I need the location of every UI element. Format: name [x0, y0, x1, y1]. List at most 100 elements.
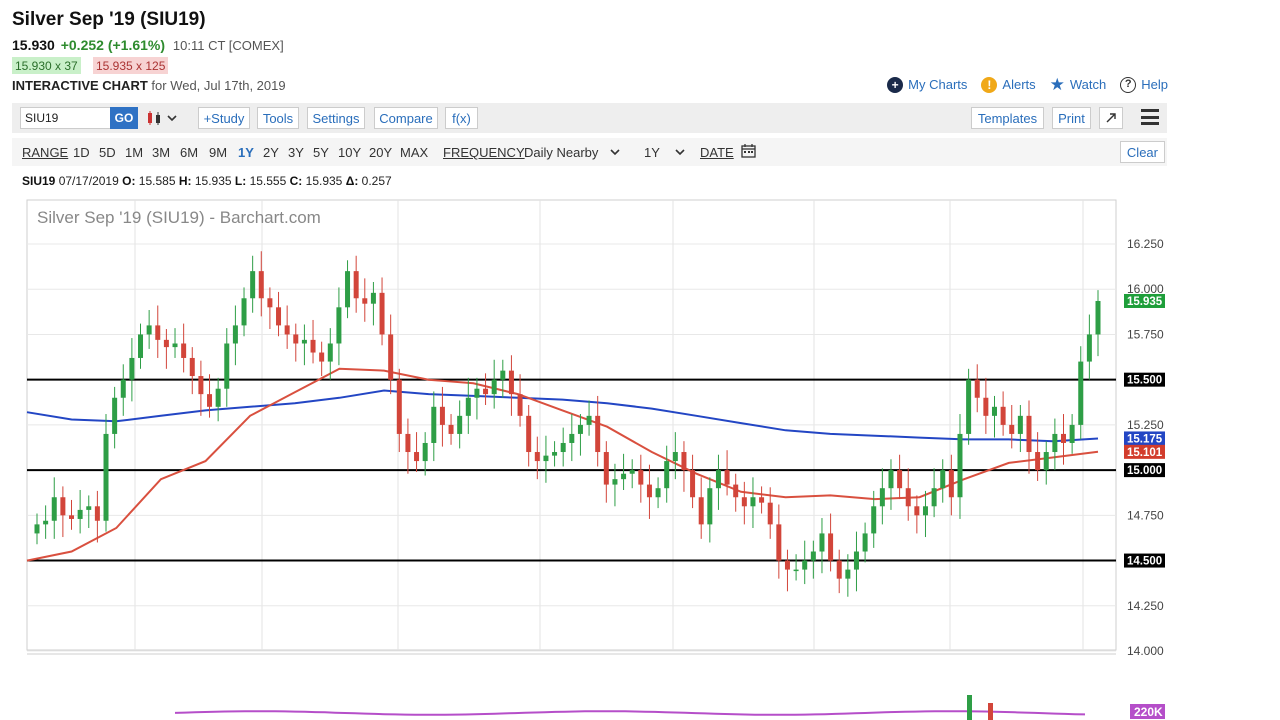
- ohlc-delta-label: Δ:: [345, 174, 359, 188]
- ask-badge: 15.935 x 125: [93, 57, 169, 74]
- range-bar: RANGE 1D 5D 1M 3M 6M 9M 1Y 2Y 3Y 5Y 10Y …: [12, 138, 1167, 166]
- candle-up: [215, 388, 221, 407]
- volume-pane: 220K: [27, 653, 1165, 720]
- candle-up: [853, 551, 859, 570]
- candle-down: [1035, 452, 1041, 471]
- settings-button[interactable]: Settings: [307, 107, 365, 129]
- candle-up: [1078, 361, 1084, 425]
- price-chart[interactable]: Silver Sep '19 (SIU19) - Barchart.com 16…: [0, 190, 1280, 720]
- candle-down: [1026, 415, 1032, 453]
- alerts-link[interactable]: ! Alerts: [981, 76, 1036, 93]
- range-1m[interactable]: 1M: [125, 145, 143, 160]
- range-9m[interactable]: 9M: [209, 145, 227, 160]
- candle-down: [690, 470, 696, 498]
- candle-down: [638, 470, 644, 485]
- y-tick-label: 14.750: [1127, 508, 1164, 522]
- range-2y[interactable]: 2Y: [263, 145, 279, 160]
- y-tick-label: 15.750: [1127, 327, 1164, 341]
- candle-down: [405, 433, 411, 453]
- range-label[interactable]: RANGE: [22, 145, 68, 160]
- candle-up: [250, 271, 256, 299]
- candle-up: [336, 307, 342, 344]
- candle-up: [672, 452, 678, 462]
- frequency-label[interactable]: FREQUENCY: [443, 145, 525, 160]
- range-max[interactable]: MAX: [400, 145, 428, 160]
- go-button[interactable]: GO: [110, 107, 138, 129]
- range-20y[interactable]: 20Y: [369, 145, 392, 160]
- ohlc-symbol: SIU19: [22, 174, 56, 188]
- date-label[interactable]: DATE: [700, 145, 734, 160]
- calendar-icon[interactable]: [741, 143, 756, 158]
- candle-up: [301, 339, 307, 344]
- candlesticks: [34, 251, 1101, 597]
- candle-up: [655, 488, 661, 498]
- candle-down: [1060, 433, 1066, 443]
- candle-up: [560, 442, 566, 453]
- page-title: Silver Sep '19 (SIU19): [12, 9, 206, 30]
- range-1d[interactable]: 1D: [73, 145, 90, 160]
- candle-up: [120, 379, 126, 398]
- volume-bar: [967, 695, 972, 720]
- function-button[interactable]: f(x): [445, 107, 478, 129]
- candle-down: [163, 339, 169, 348]
- chart-type-dropdown[interactable]: [146, 108, 178, 128]
- candle-up: [845, 569, 851, 579]
- expand-button[interactable]: [1099, 107, 1123, 129]
- print-button[interactable]: Print: [1052, 107, 1091, 129]
- tools-button[interactable]: Tools: [257, 107, 299, 129]
- candle-up: [224, 343, 230, 389]
- candle-down: [414, 452, 420, 462]
- ohlc-high: 15.935: [194, 174, 232, 188]
- candle-down: [1000, 406, 1006, 425]
- period-select[interactable]: 1Y: [644, 145, 685, 160]
- range-5d[interactable]: 5D: [99, 145, 116, 160]
- ohlc-open: 15.585: [138, 174, 176, 188]
- clear-button[interactable]: Clear: [1119, 141, 1165, 163]
- templates-button[interactable]: Templates: [971, 107, 1044, 129]
- my-charts-link[interactable]: + My Charts: [887, 76, 968, 93]
- ma-200-path: [26, 389, 1099, 443]
- symbol-input[interactable]: [20, 107, 112, 129]
- ma-50-path: [26, 367, 1099, 562]
- candle-up: [715, 470, 721, 489]
- my-charts-label: My Charts: [908, 77, 968, 92]
- expand-arrow-icon: [1106, 113, 1116, 123]
- candle-up: [500, 370, 506, 380]
- range-10y[interactable]: 10Y: [338, 145, 361, 160]
- candle-down: [681, 452, 687, 471]
- quote-line: 15.930 +0.252 (+1.61%) 10:11 CT [COMEX]: [12, 37, 284, 53]
- candle-up: [241, 298, 247, 326]
- candle-down: [534, 452, 540, 462]
- candle-down: [60, 497, 66, 516]
- range-1y[interactable]: 1Y: [238, 145, 254, 160]
- candle-up: [879, 488, 885, 507]
- compare-button[interactable]: Compare: [374, 107, 438, 129]
- hamburger-icon[interactable]: [1141, 109, 1159, 125]
- frequency-select[interactable]: Daily Nearby: [524, 145, 620, 160]
- price-tag-label: 15.000: [1127, 465, 1162, 477]
- candle-up: [51, 497, 57, 521]
- candle-down: [448, 424, 454, 434]
- candle-up: [1043, 452, 1049, 471]
- chevron-down-icon: [610, 149, 620, 156]
- candlestick-icon: [148, 111, 160, 125]
- help-link[interactable]: ? Help: [1120, 76, 1168, 93]
- range-5y[interactable]: 5Y: [313, 145, 329, 160]
- range-3m[interactable]: 3M: [152, 145, 170, 160]
- ohlc-readout: SIU19 07/17/2019 O: 15.585 H: 15.935 L: …: [22, 174, 392, 188]
- candle-down: [646, 484, 652, 498]
- candle-down: [741, 497, 747, 507]
- watch-link[interactable]: ★ Watch: [1050, 76, 1107, 93]
- ma-50-line: [26, 367, 1099, 562]
- add-study-button[interactable]: +Study: [198, 107, 250, 129]
- candle-up: [422, 442, 428, 462]
- candle-up: [621, 473, 627, 480]
- range-6m[interactable]: 6M: [180, 145, 198, 160]
- candle-up: [957, 433, 963, 498]
- candle-down: [517, 394, 523, 416]
- watch-label: Watch: [1069, 77, 1107, 92]
- candle-down: [276, 307, 282, 326]
- chart-toolbar: GO +Study Tools Settings Compare f(x) Te…: [12, 103, 1167, 133]
- range-3y[interactable]: 3Y: [288, 145, 304, 160]
- candle-down: [733, 484, 739, 498]
